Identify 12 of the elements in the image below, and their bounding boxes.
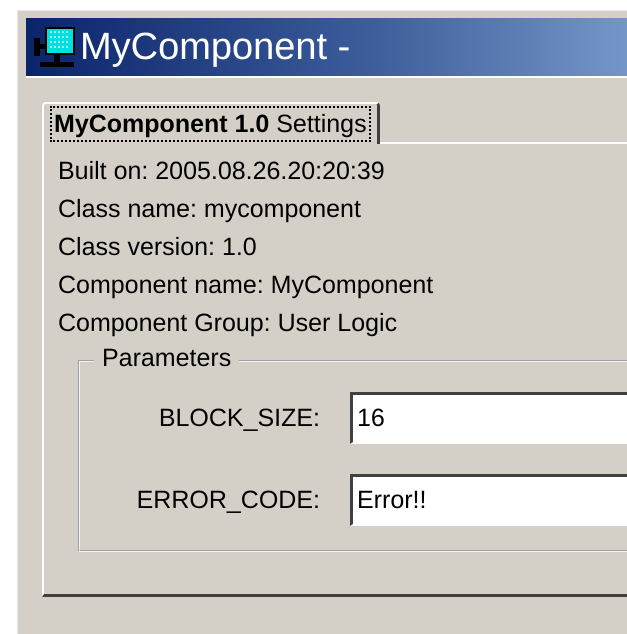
info-text: Class version: 1.0: [58, 232, 258, 263]
info-text: Component Group: User Logic: [58, 308, 398, 339]
info-text: Component name: MyComponent: [58, 270, 434, 301]
settings-tab[interactable]: MyComponent 1.0 Settings: [42, 102, 380, 144]
info-text: Class name: mycomponent: [58, 194, 362, 225]
input-field[interactable]: 16: [350, 392, 627, 444]
field-label: ERROR_CODE:: [136, 486, 320, 514]
field-label: BLOCK_SIZE:: [158, 404, 320, 432]
computer-icon: [32, 24, 76, 70]
info-text: Built on: 2005.08.26.20:20:39: [58, 156, 386, 187]
window-title: MyComponent -: [80, 26, 350, 68]
input-field[interactable]: Error!!: [350, 474, 627, 526]
